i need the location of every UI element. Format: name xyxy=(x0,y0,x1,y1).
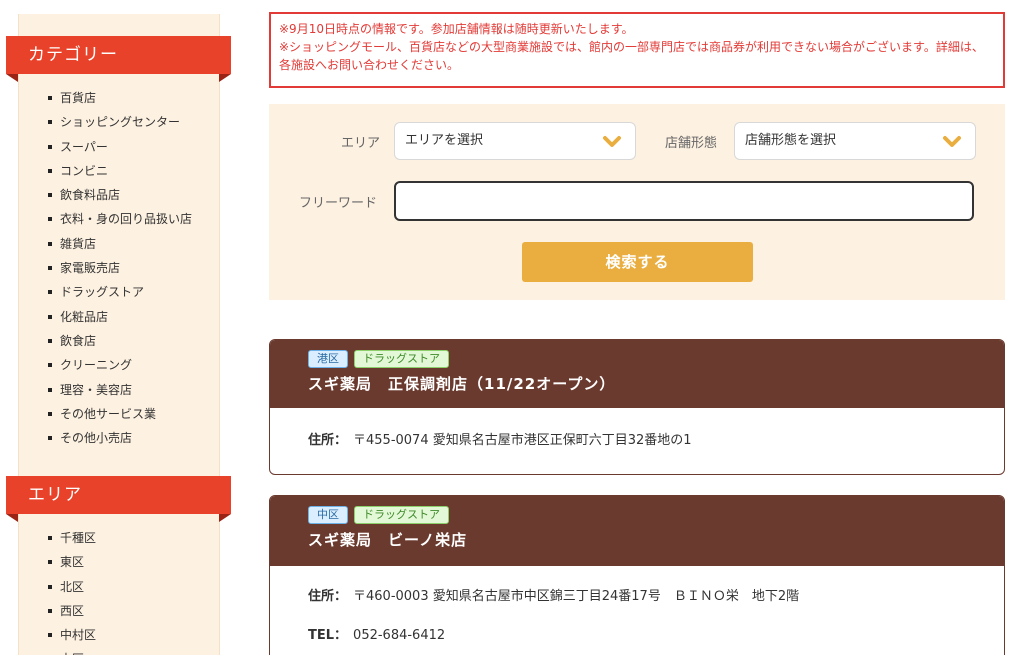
area-tag: 港区 xyxy=(308,350,348,368)
tel-row: TEL： 052-684-6412 xyxy=(308,625,966,647)
area-link[interactable]: 東区 xyxy=(48,552,96,576)
category-link[interactable]: スーパー xyxy=(48,137,192,161)
category-link[interactable]: 衣料・身の回り品扱い店 xyxy=(48,209,192,233)
store-card-header: 港区 ドラッグストア スギ薬局 正保調剤店（11/22オープン） xyxy=(270,340,1004,408)
chevron-down-icon xyxy=(943,136,961,147)
category-link[interactable]: 理容・美容店 xyxy=(48,380,192,404)
area-list: 千種区 東区 北区 西区 中村区 中区 xyxy=(48,528,96,655)
category-link[interactable]: 飲食店 xyxy=(48,331,192,355)
area-heading: エリア xyxy=(6,476,231,522)
area-select[interactable]: エリアを選択 xyxy=(394,122,636,160)
category-link[interactable]: その他小売店 xyxy=(48,428,192,452)
category-link[interactable]: 雑貨店 xyxy=(48,234,192,258)
category-link[interactable]: クリーニング xyxy=(48,355,192,379)
address-row: 住所： 〒455-0074 愛知県名古屋市港区正保町六丁目32番地の1 xyxy=(308,430,966,452)
category-link[interactable]: 百貨店 xyxy=(48,88,192,112)
freeword-label: フリーワード xyxy=(299,196,378,211)
type-select-label: 店舗形態 xyxy=(665,136,718,151)
search-button[interactable]: 検索する xyxy=(522,242,753,282)
type-select-value: 店舗形態を選択 xyxy=(745,133,837,148)
search-panel: エリア エリアを選択 店舗形態 店舗形態を選択 フリーワード 検索する xyxy=(269,104,1005,300)
freeword-input[interactable] xyxy=(394,181,974,221)
tel-label: TEL： xyxy=(308,628,348,643)
category-link[interactable]: ショッピングセンター xyxy=(48,112,192,136)
type-tag: ドラッグストア xyxy=(354,350,449,368)
tel-value: 052-684-6412 xyxy=(353,628,446,643)
area-link[interactable]: 中区 xyxy=(48,649,96,655)
area-link[interactable]: 中村区 xyxy=(48,625,96,649)
address-label: 住所： xyxy=(308,589,348,604)
category-list: 百貨店 ショッピングセンター スーパー コンビニ 飲食料品店 衣料・身の回り品扱… xyxy=(48,88,192,452)
notice-line: ※9月10日時点の情報です。参加店舗情報は随時更新いたします。 xyxy=(279,22,634,36)
category-heading: カテゴリー xyxy=(6,36,231,82)
chevron-down-icon xyxy=(603,136,621,147)
store-card: 港区 ドラッグストア スギ薬局 正保調剤店（11/22オープン） 住所： 〒455… xyxy=(269,339,1005,475)
area-link[interactable]: 千種区 xyxy=(48,528,96,552)
type-tag: ドラッグストア xyxy=(354,506,449,524)
notice-line: ※ショッピングモール、百貨店などの大型商業施設では、館内の一部専門店では商品券が… xyxy=(279,40,984,72)
category-link[interactable]: 家電販売店 xyxy=(48,258,192,282)
store-card-header: 中区 ドラッグストア スギ薬局 ビーノ栄店 xyxy=(270,496,1004,566)
area-link[interactable]: 西区 xyxy=(48,601,96,625)
area-select-value: エリアを選択 xyxy=(405,133,484,148)
type-select[interactable]: 店舗形態を選択 xyxy=(734,122,976,160)
address-value: 〒455-0074 愛知県名古屋市港区正保町六丁目32番地の1 xyxy=(353,433,692,448)
category-link[interactable]: 飲食料品店 xyxy=(48,185,192,209)
store-card: 中区 ドラッグストア スギ薬局 ビーノ栄店 住所： 〒460-0003 愛知県名古… xyxy=(269,495,1005,655)
address-row: 住所： 〒460-0003 愛知県名古屋市中区錦三丁目24番17号 ＢＩＮＯ栄 地… xyxy=(308,586,966,608)
category-link[interactable]: コンビニ xyxy=(48,161,192,185)
area-link[interactable]: 北区 xyxy=(48,577,96,601)
store-name: スギ薬局 ビーノ栄店 xyxy=(308,531,468,549)
store-name: スギ薬局 正保調剤店（11/22オープン） xyxy=(308,375,616,393)
area-select-label: エリア xyxy=(341,136,381,151)
notice-box: ※9月10日時点の情報です。参加店舗情報は随時更新いたします。 ※ショッピングモ… xyxy=(269,12,1005,88)
address-label: 住所： xyxy=(308,433,348,448)
area-tag: 中区 xyxy=(308,506,348,524)
category-link[interactable]: ドラッグストア xyxy=(48,282,192,306)
category-link[interactable]: 化粧品店 xyxy=(48,307,192,331)
category-link[interactable]: その他サービス業 xyxy=(48,404,192,428)
address-value: 〒460-0003 愛知県名古屋市中区錦三丁目24番17号 ＢＩＮＯ栄 地下2階 xyxy=(353,589,800,604)
